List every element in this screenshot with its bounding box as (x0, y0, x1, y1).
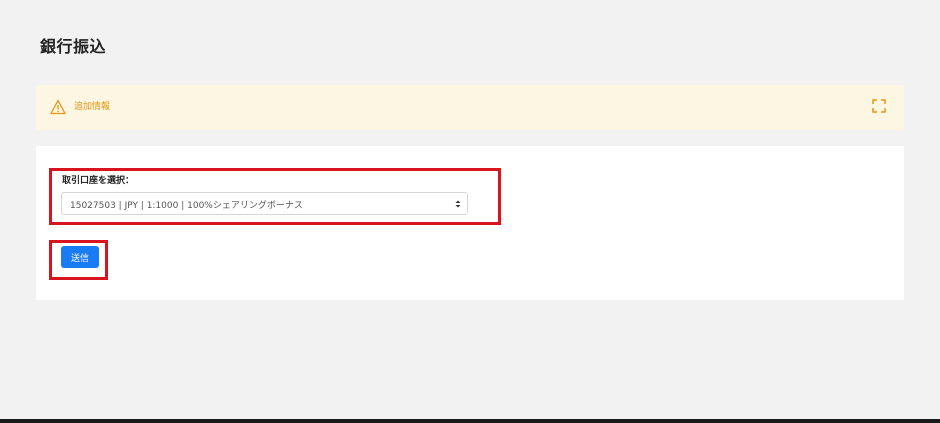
expand-icon[interactable] (872, 99, 886, 113)
account-select[interactable]: 15027503 | JPY | 1:1000 | 100%シェアリングボーナス (61, 192, 468, 215)
account-select-label: 取引口座を選択： (62, 176, 135, 186)
warning-triangle-icon (50, 99, 66, 115)
transfer-form-card: 取引口座を選択： 15027503 | JPY | 1:1000 | 100%シ… (36, 146, 904, 300)
bottom-border (0, 419, 940, 423)
page-title: 銀行振込 (40, 37, 107, 56)
submit-button[interactable]: 送信 (61, 246, 99, 268)
additional-info-bar[interactable]: 追加情報 (36, 85, 904, 130)
account-select-value: 15027503 | JPY | 1:1000 | 100%シェアリングボーナス (70, 201, 303, 211)
additional-info-label: 追加情報 (74, 102, 111, 112)
select-arrows-icon (455, 200, 461, 208)
